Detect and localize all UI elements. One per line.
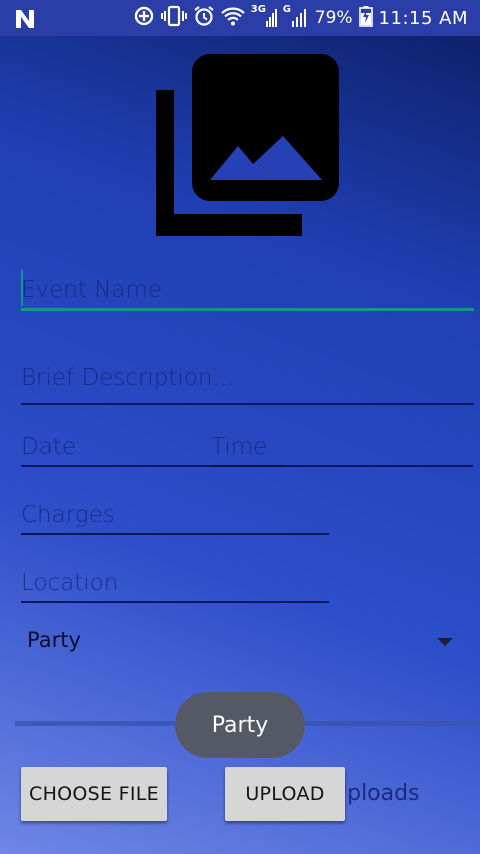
date-field[interactable] — [21, 430, 211, 470]
time-underline-highlight — [211, 465, 284, 467]
screen: 3G G 79% 11:15 AM Event Name Brief Descr… — [0, 0, 480, 854]
image-gallery-icon[interactable] — [150, 50, 345, 244]
toast-message: Party — [175, 692, 305, 758]
location-field[interactable] — [21, 566, 329, 606]
clock: 11:15 AM — [378, 7, 468, 29]
n-icon — [14, 7, 36, 31]
date-input[interactable] — [21, 430, 211, 464]
upload-button[interactable]: UPLOAD — [225, 767, 345, 821]
charges-underline — [21, 533, 329, 535]
time-input[interactable] — [211, 430, 473, 464]
category-selected-value: Party — [27, 628, 81, 652]
status-bar: 3G G 79% 11:15 AM — [0, 0, 480, 36]
date-underline — [21, 465, 211, 467]
location-input[interactable] — [21, 566, 329, 600]
alarm-icon — [193, 5, 215, 31]
location-underline — [21, 601, 329, 603]
description-field[interactable] — [21, 360, 474, 406]
description-input[interactable] — [21, 360, 474, 396]
time-field[interactable] — [211, 430, 473, 470]
charges-input[interactable] — [21, 498, 329, 532]
status-icons: 3G G 79% 11:15 AM — [133, 4, 468, 31]
data-saver-icon — [133, 5, 155, 31]
battery-percent: 79% — [314, 8, 353, 28]
signal-icon: 3G — [251, 4, 277, 29]
description-underline — [21, 403, 474, 405]
vibrate-icon — [160, 5, 187, 31]
choose-file-button[interactable]: CHOOSE FILE — [21, 767, 167, 821]
signal-icon: G — [283, 4, 309, 29]
event-name-field[interactable] — [21, 270, 474, 314]
dropdown-arrow-icon — [437, 638, 453, 646]
text-cursor — [21, 270, 23, 306]
event-name-underline — [21, 308, 474, 311]
category-dropdown[interactable]: Party — [21, 622, 461, 662]
wifi-icon — [220, 5, 245, 31]
battery-charging-icon — [358, 5, 373, 31]
charges-field[interactable] — [21, 498, 329, 538]
event-name-input[interactable] — [21, 272, 474, 308]
